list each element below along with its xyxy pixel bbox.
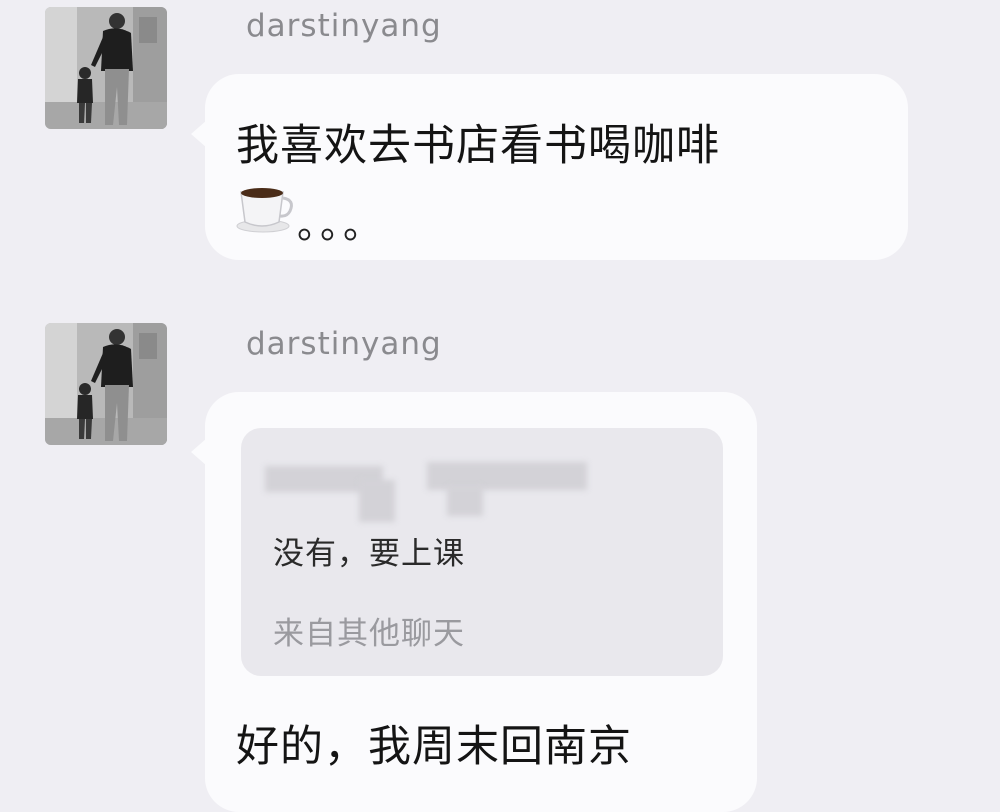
ellipsis-text: 。。。 <box>297 203 386 247</box>
sender-name: darstinyang <box>246 8 442 44</box>
quote-source: 来自其他聊天 <box>273 616 465 652</box>
message-text: 好的，我周末回南京 <box>236 722 632 772</box>
blurred-quote-sender <box>241 428 723 528</box>
message-text: 我喜欢去书店看书喝咖啡 <box>236 121 720 171</box>
chat-message: darstinyang 没有，要上课 来自其他聊天 好的，我周末回南京 <box>0 318 1000 812</box>
avatar[interactable] <box>45 323 167 445</box>
avatar[interactable] <box>45 7 167 129</box>
coffee-cup-icon <box>233 184 295 238</box>
quoted-message[interactable]: 没有，要上课 来自其他聊天 <box>241 428 723 676</box>
quote-text: 没有，要上课 <box>273 536 465 572</box>
message-bubble[interactable]: 我喜欢去书店看书喝咖啡 。。。 <box>191 74 908 260</box>
message-bubble[interactable]: 没有，要上课 来自其他聊天 好的，我周末回南京 <box>191 392 757 812</box>
chat-message: darstinyang 我喜欢去书店看书喝咖啡 。。。 <box>0 0 1000 300</box>
sender-name: darstinyang <box>246 326 442 362</box>
